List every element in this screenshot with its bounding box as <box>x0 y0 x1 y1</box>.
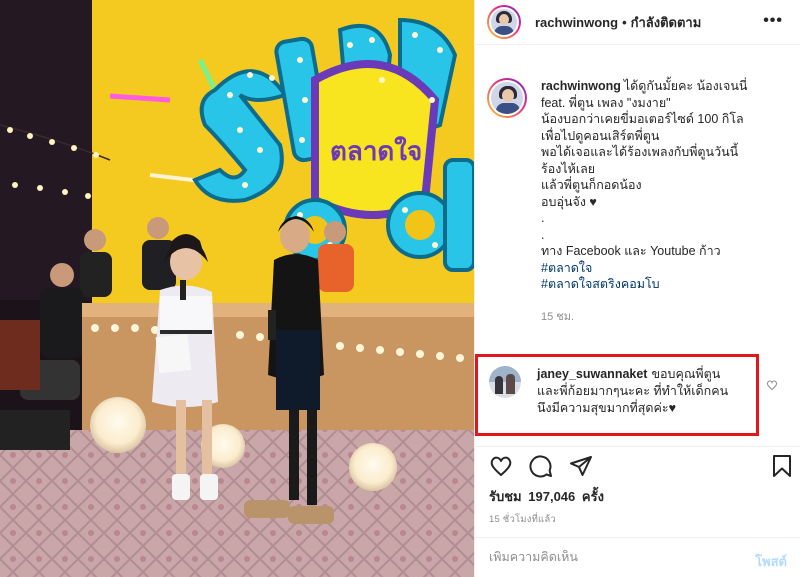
hashtag-link[interactable]: #ตลาดใจสตริงคอมโบ <box>541 276 789 293</box>
views-number: 197,046 <box>528 489 576 504</box>
views-suffix: ครั้ง <box>581 489 604 504</box>
comment-line: นึงมีความสุขมากที่สุดค่ะ♥ <box>537 401 677 415</box>
header-username[interactable]: rachwinwong <box>535 15 618 30</box>
comment-line-text: ขอบคุณพี่ตูน <box>651 367 721 381</box>
add-comment-bar: โพสต์ <box>475 537 800 577</box>
caption-line-text: ได้ดูกันมั้ยคะ น้องเจนนี่ <box>623 79 748 93</box>
comment-username[interactable]: janey_suwannaket <box>537 367 647 381</box>
caption-line: feat. พี่ตูน เพลง "งมงาย" <box>541 95 671 110</box>
caption-line: อบอุ่นจัง ♥ <box>541 194 597 209</box>
action-bar <box>475 446 800 482</box>
post-comment-button[interactable]: โพสต์ <box>755 551 787 572</box>
caption-line: เพื่อไปดูคอนเสิร์ตพี่ตูน <box>541 128 660 143</box>
caption-line: . <box>541 227 545 242</box>
more-options-icon[interactable]: ••• <box>763 12 783 30</box>
share-icon[interactable] <box>569 454 593 483</box>
caption-line: ทาง Facebook และ Youtube ก้าว <box>541 244 721 258</box>
bookmark-icon[interactable] <box>771 454 793 483</box>
caption-line: . <box>541 211 545 225</box>
stage-photo: ตลาดใจ <box>0 0 474 577</box>
view-count[interactable]: รับชม 197,046 ครั้ง <box>489 486 604 507</box>
heart-icon[interactable] <box>489 454 513 483</box>
caption-text: rachwinwong ได้ดูกันมั้ยคะ น้องเจนนี่ fea… <box>541 78 789 325</box>
post-panel: rachwinwong • กำลังติดตาม ••• rachwinwon… <box>474 0 800 577</box>
avatar-image <box>489 7 519 37</box>
svg-text:ตลาดใจ: ตลาดใจ <box>330 136 422 166</box>
caption-username[interactable]: rachwinwong <box>541 79 621 93</box>
comment-line: janey_suwannaket ขอบคุณพี่ตูน <box>537 366 767 383</box>
comment-text: janey_suwannaket ขอบคุณพี่ตูน และพี่ก้อยม… <box>537 366 767 417</box>
comment-line: และพี่ก้อยมากๆนะคะ ที่ทำให้เด็กคน <box>537 384 729 398</box>
caption-line: rachwinwong ได้ดูกันมั้ยคะ น้องเจนนี่ <box>541 78 789 95</box>
post-photo[interactable]: ตลาดใจ <box>0 0 474 577</box>
comment-like-heart-icon[interactable] <box>766 378 778 396</box>
comment: janey_suwannaket ขอบคุณพี่ตูน และพี่ก้อยม… <box>489 366 789 417</box>
caption-line: พอได้เจอและได้ร้องเพลงกับพี่ตูนวันนี้ <box>541 145 739 159</box>
post-header: rachwinwong • กำลังติดตาม ••• <box>475 0 800 45</box>
caption-line: น้องบอกว่าเคยขี่มอเตอร์ไซด์ 100 กิโล <box>541 112 744 126</box>
following-button[interactable]: กำลังติดตาม <box>631 12 702 33</box>
comment-avatar[interactable] <box>489 366 521 398</box>
separator-dot: • <box>622 14 627 30</box>
caption-line: แล้วพี่ตูนก็กอดน้อง <box>541 178 642 192</box>
avatar-image <box>489 80 525 116</box>
comment-input[interactable] <box>489 550 739 564</box>
hashtag-link[interactable]: #ตลาดใจ <box>541 260 789 277</box>
comment-icon[interactable] <box>529 454 553 483</box>
caption-timestamp: 15 ชม. <box>541 310 575 323</box>
views-prefix: รับชม <box>489 489 522 504</box>
caption-line: ร้องไห้เลย <box>541 161 596 176</box>
caption-avatar[interactable] <box>487 78 527 118</box>
avatar[interactable] <box>487 5 521 39</box>
caption: rachwinwong ได้ดูกันมั้ยคะ น้องเจนนี่ fea… <box>487 78 792 325</box>
post-timestamp[interactable]: 15 ชั่วโมงที่แล้ว <box>489 512 556 527</box>
